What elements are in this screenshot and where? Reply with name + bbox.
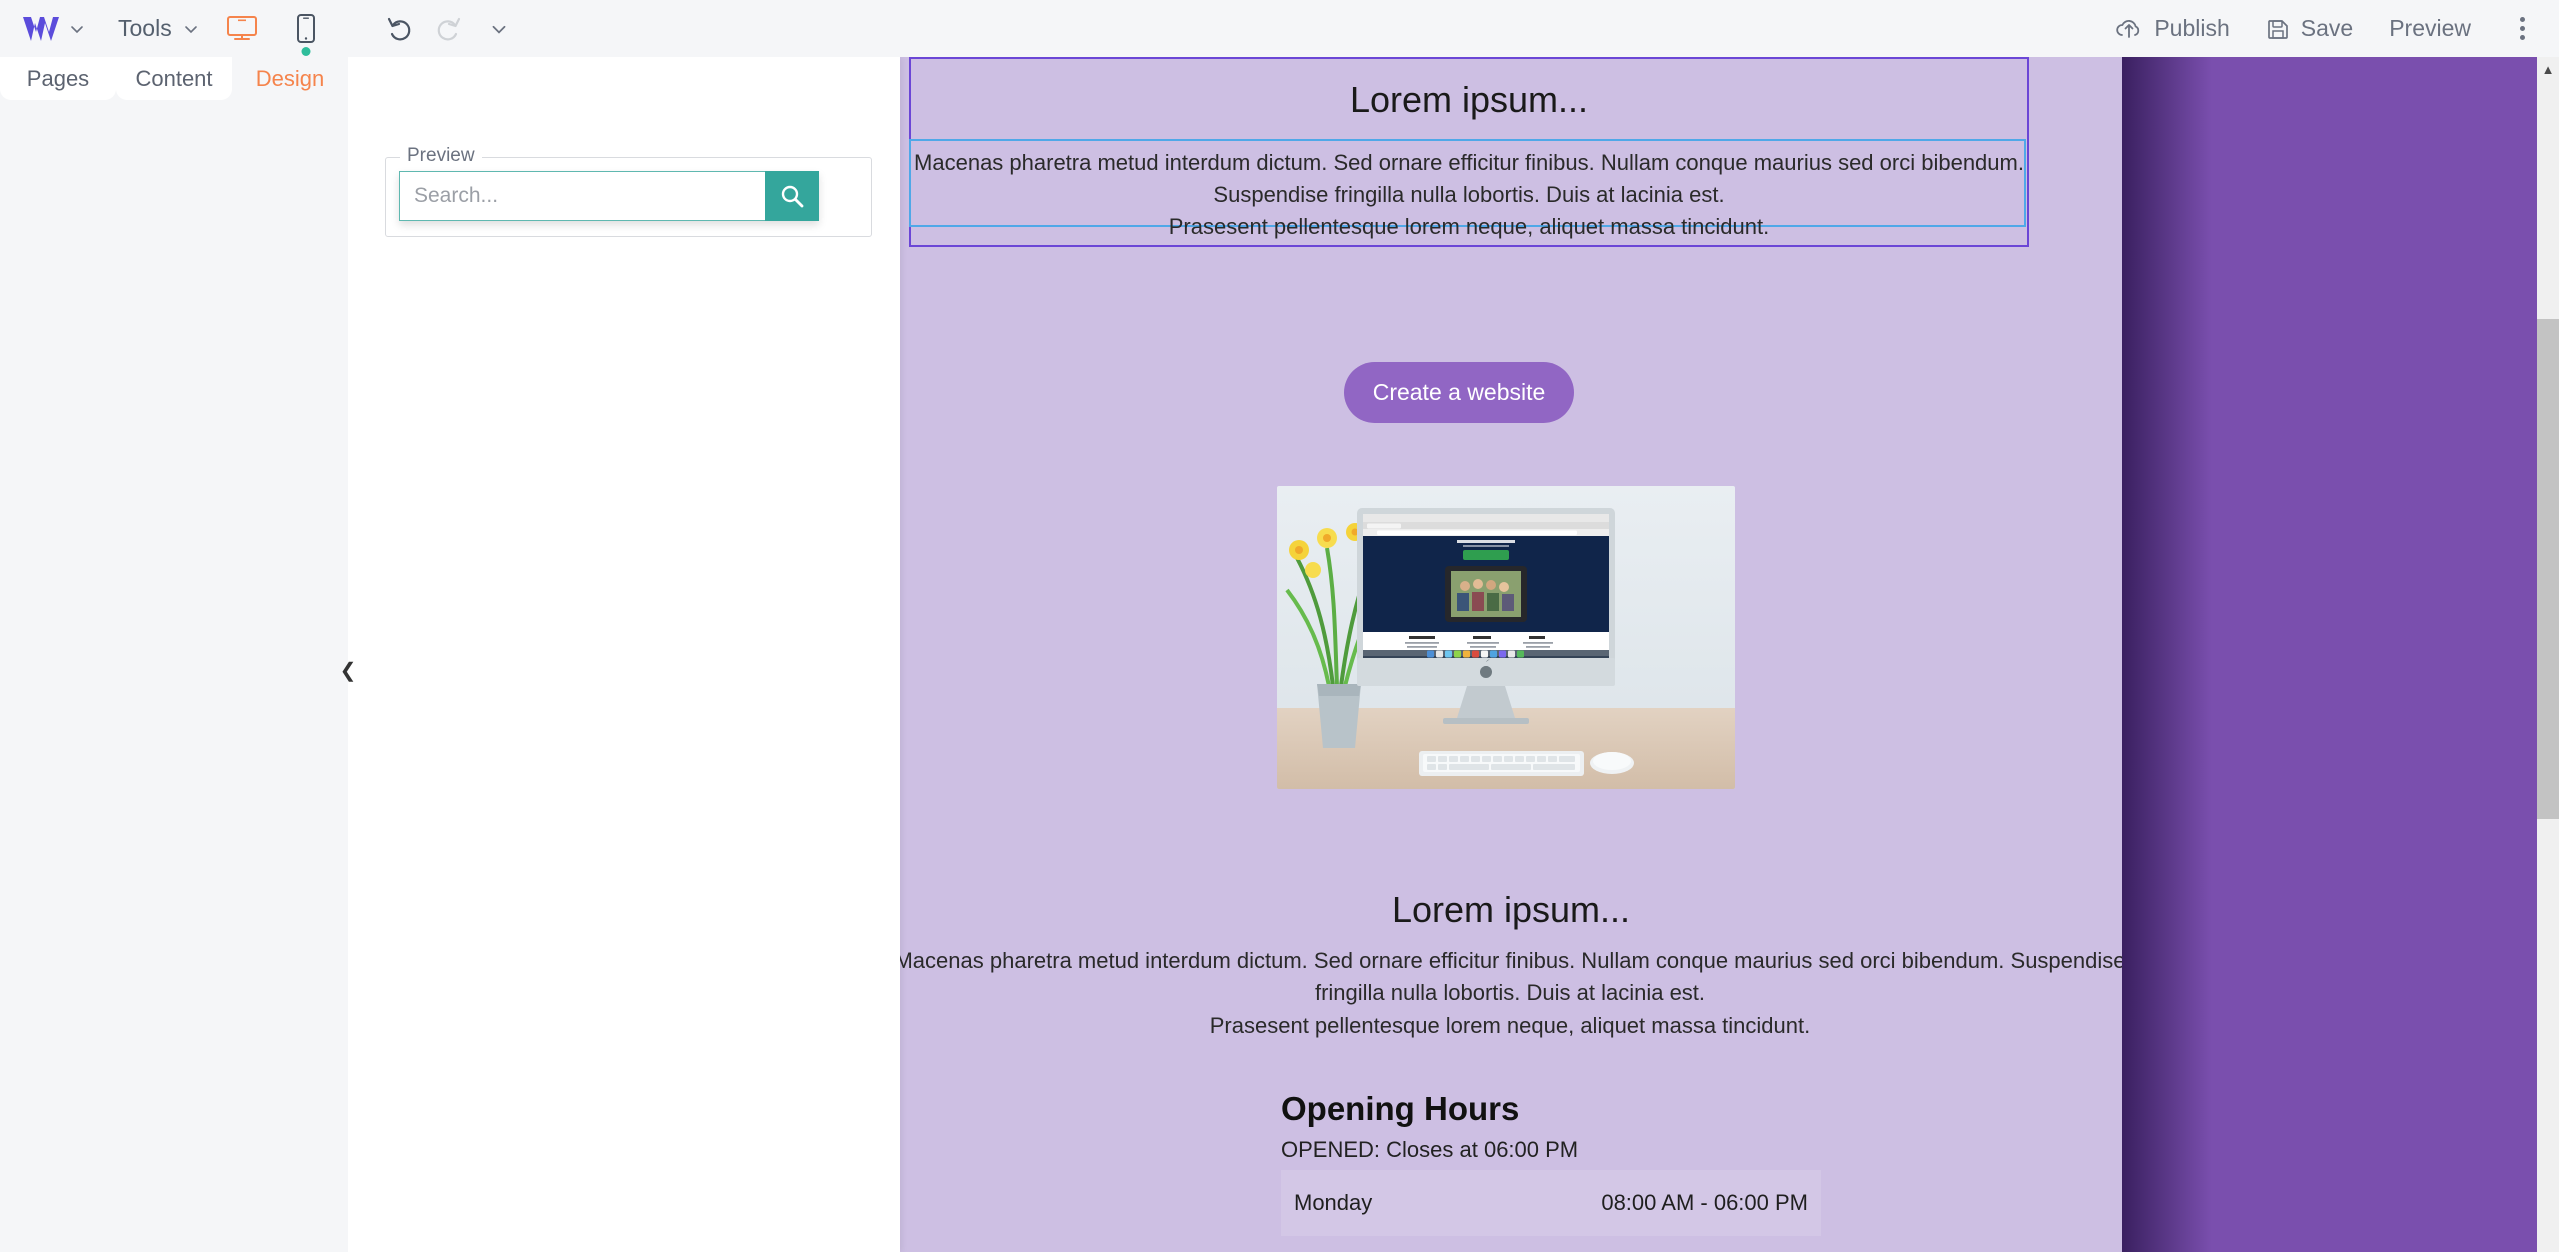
left-sidebar — [0, 57, 348, 1252]
canvas-paragraph[interactable]: Macenas pharetra metud interdum dictum. … — [909, 147, 2029, 243]
preview-search-button[interactable] — [765, 171, 819, 221]
search-icon — [781, 185, 804, 208]
scrollbar-thumb[interactable] — [2537, 319, 2559, 819]
mobile-view-button[interactable] — [280, 9, 332, 56]
canvas-paragraph-line-2: Suspendise fringilla nulla lobortis. Dui… — [1213, 181, 1725, 207]
table-row: Monday 08:00 AM - 06:00 PM — [1281, 1170, 1821, 1236]
table-row: Tuesday 08:00 AM - 06:00 PM — [1281, 1243, 1821, 1252]
preview-fieldset: Preview Search... — [385, 145, 872, 237]
save-button[interactable]: Save — [2266, 15, 2353, 42]
desktop-view-button[interactable] — [216, 9, 268, 49]
scroll-up-icon[interactable]: ▲ — [2537, 57, 2559, 81]
opening-hours-status: OPENED: Closes at 06:00 PM — [1281, 1137, 1579, 1162]
toolbar-left-group: Tools — [0, 0, 512, 57]
tab-design-label: Design — [255, 65, 325, 91]
preview-label: Preview — [2389, 15, 2471, 41]
canvas-scrollbar[interactable]: ▲ — [2537, 57, 2559, 1252]
imac-desktop-image — [1277, 486, 1735, 789]
history-dropdown-icon[interactable] — [486, 16, 512, 42]
mobile-status-dot — [301, 46, 311, 56]
properties-panel: Preview Search... — [348, 57, 900, 1252]
publish-button[interactable]: Publish — [2115, 15, 2230, 42]
canvas-heading-2[interactable]: Lorem ipsum... — [900, 889, 2122, 931]
opening-hours-time: 08:00 AM - 06:00 PM — [1601, 1190, 1808, 1216]
preview-search-input[interactable]: Search... — [399, 171, 765, 221]
canvas-content: Lorem ipsum... Macenas pharetra metud in… — [900, 57, 2126, 1252]
publish-label: Publish — [2154, 15, 2230, 41]
tools-label: Tools — [118, 15, 172, 41]
opening-hours-block[interactable]: Opening Hours OPENED: Closes at 06:00 PM… — [1281, 1090, 1821, 1252]
preview-button[interactable]: Preview — [2389, 15, 2471, 42]
page-canvas: Lorem ipsum... Macenas pharetra metud in… — [900, 57, 2559, 1252]
canvas-paragraph-line-1: Macenas pharetra metud interdum dictum. … — [914, 150, 2024, 175]
create-website-button[interactable]: Create a website — [1344, 362, 1574, 423]
logo-dropdown-icon[interactable] — [64, 16, 90, 42]
wix-logo-icon[interactable] — [18, 10, 64, 48]
sidebar-tabs: Pages Content Design — [0, 57, 348, 100]
history-controls — [376, 9, 512, 49]
redo-button[interactable] — [424, 9, 472, 49]
tools-dropdown-icon[interactable] — [178, 16, 204, 42]
canvas-heading[interactable]: Lorem ipsum... — [909, 79, 2029, 121]
tab-content-label: Content — [135, 65, 213, 91]
opening-hours-day: Monday — [1294, 1190, 1373, 1215]
preview-legend: Preview — [400, 145, 482, 167]
save-label: Save — [2300, 15, 2354, 41]
tools-menu[interactable]: Tools — [112, 15, 204, 42]
opening-hours-title: Opening Hours — [1281, 1090, 1520, 1127]
toolbar-right-group: Publish Save Preview — [2079, 12, 2559, 46]
more-options-icon[interactable] — [2505, 12, 2539, 46]
tab-design[interactable]: Design — [232, 57, 348, 100]
tab-pages[interactable]: Pages — [0, 57, 116, 100]
undo-button[interactable] — [376, 9, 424, 49]
canvas-right-purple-panel — [2122, 57, 2538, 1252]
tab-content[interactable]: Content — [116, 57, 232, 100]
preview-search-field[interactable]: Search... — [399, 171, 819, 221]
canvas-paragraph-line-3: Prasesent pellentesque lorem neque, aliq… — [1168, 213, 1770, 239]
imac-photo[interactable] — [1277, 486, 1735, 789]
top-toolbar: Tools Publish Save Preview — [0, 0, 2559, 57]
collapse-panel-button[interactable]: ❮ — [336, 650, 360, 690]
tab-pages-label: Pages — [26, 65, 90, 91]
